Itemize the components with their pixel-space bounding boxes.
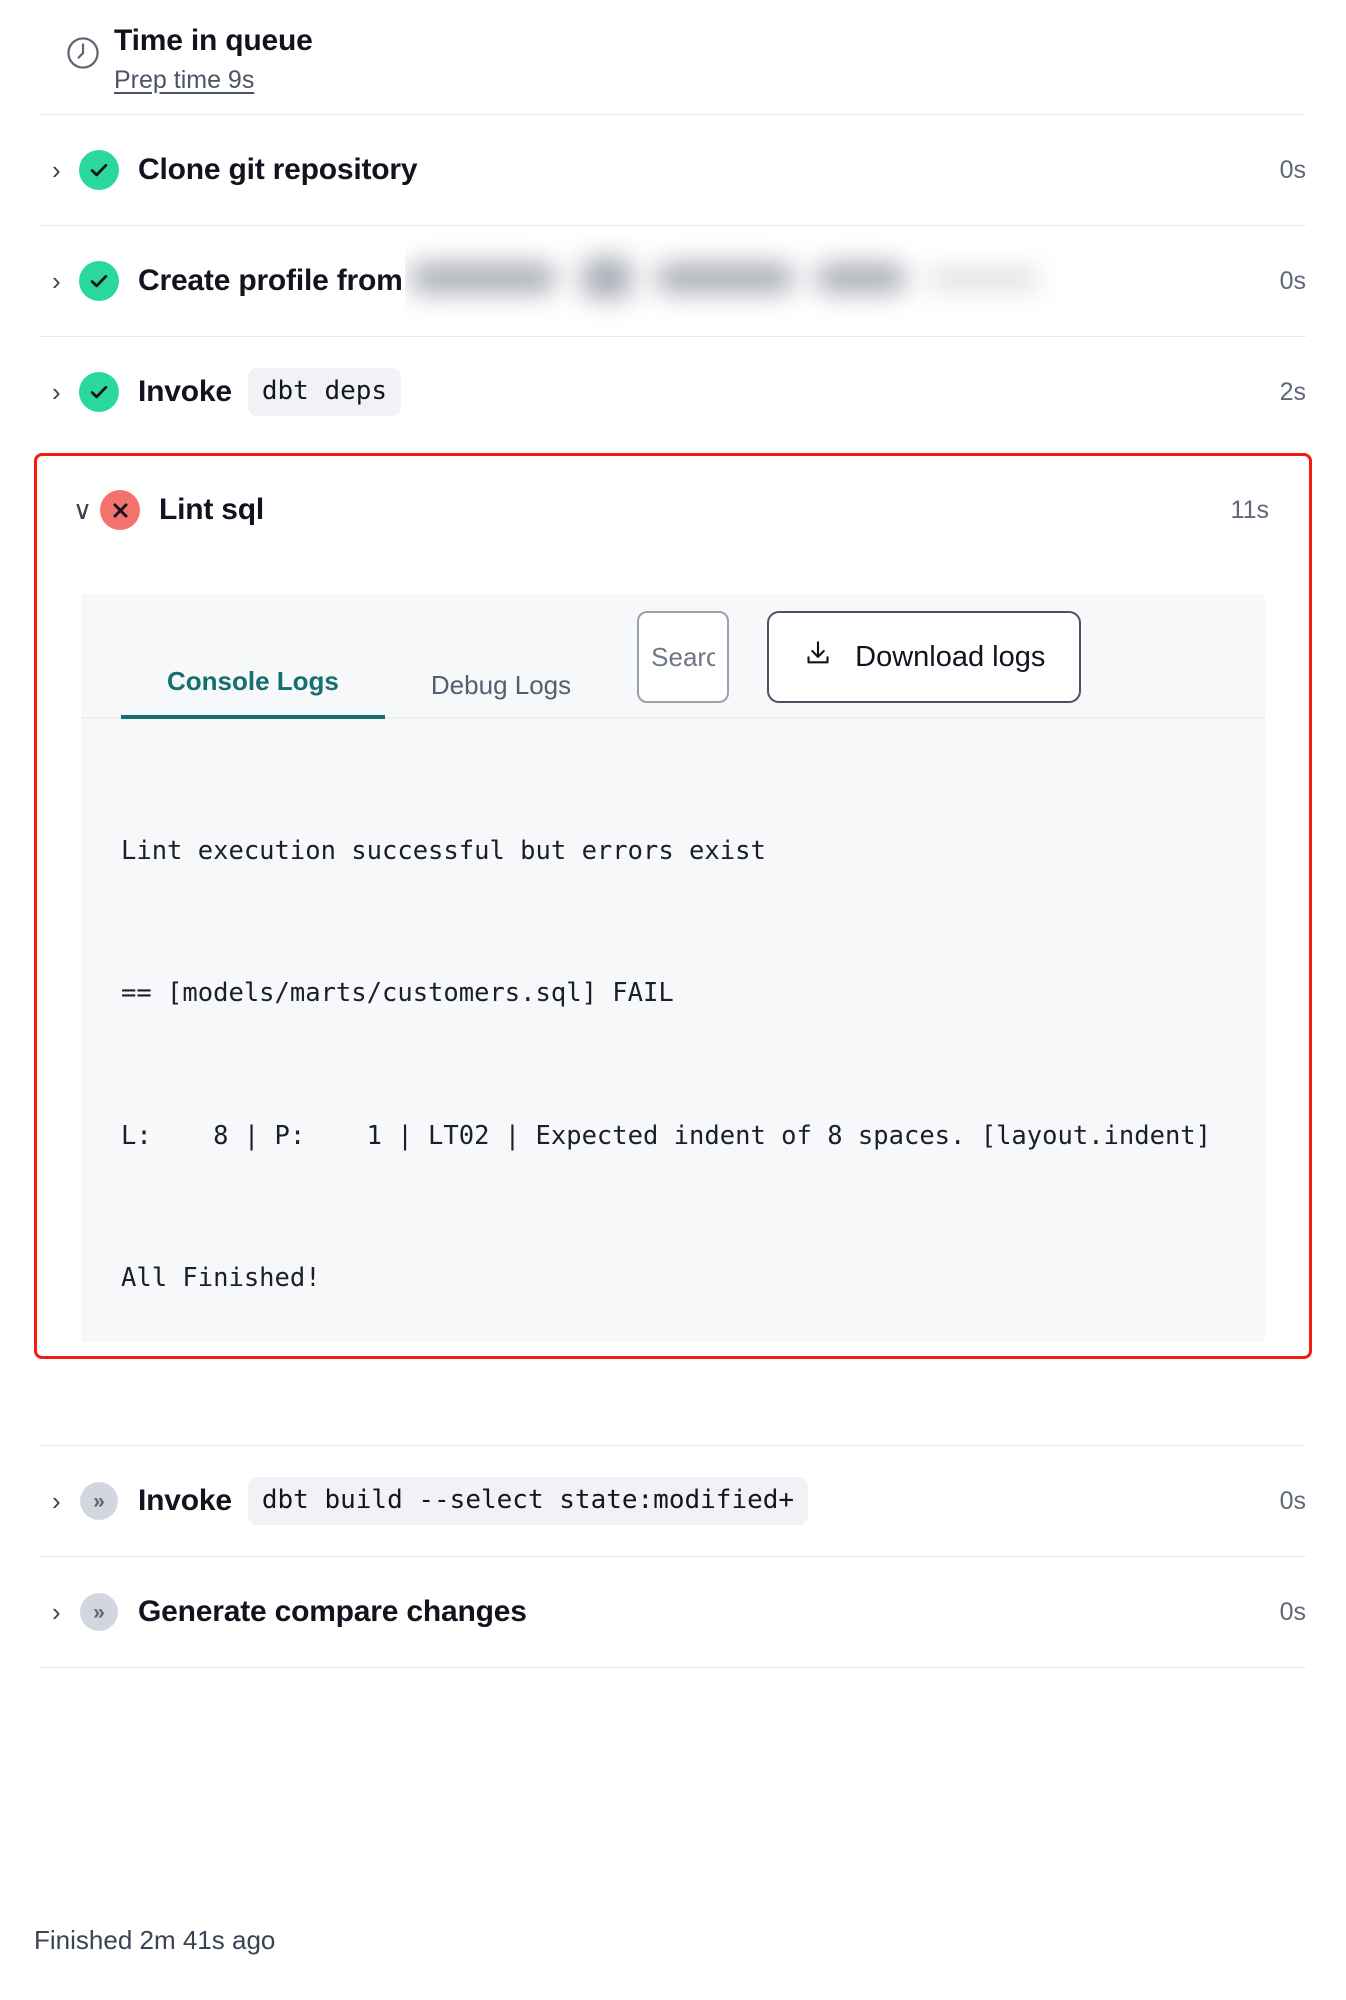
error-x-icon [100, 490, 140, 530]
step-title: Clone git repository [138, 153, 418, 186]
skipped-double-chevron-icon: » [80, 1482, 118, 1520]
log-line: L: 8 | P: 1 | LT02 | Expected indent of … [121, 1120, 1212, 1151]
step-title: Generate compare changes [138, 1595, 527, 1628]
finished-timestamp: Finished 2m 41s ago [34, 1925, 276, 1955]
step-duration: 0s [1279, 1597, 1306, 1626]
chevron-right-icon[interactable]: › [52, 157, 78, 183]
log-viewer-panel: Console Logs Debug Logs Download logs [81, 594, 1265, 1342]
step-duration: 2s [1279, 377, 1306, 406]
step-title: Lint sql [159, 493, 265, 526]
prep-time-link[interactable]: Prep time 9s [114, 66, 254, 95]
download-logs-label: Download logs [855, 640, 1046, 673]
run-steps-panel: Time in queue Prep time 9s › Clone git r… [0, 0, 1346, 2000]
step-row[interactable]: › Clone git repository 0s [0, 115, 1346, 225]
log-toolbar: Console Logs Debug Logs Download logs [81, 594, 1265, 719]
log-output: Lint execution successful but errors exi… [81, 718, 1265, 1342]
log-line: Lint execution successful but errors exi… [121, 835, 766, 866]
skipped-double-chevron-icon: » [80, 1593, 118, 1631]
success-check-icon [79, 261, 119, 301]
step-title: Invoke [138, 375, 232, 408]
step-row[interactable]: › Invoke dbt deps 2s [0, 337, 1346, 447]
step-duration: 0s [1279, 155, 1306, 184]
log-toolbar-actions: Download logs [637, 611, 1082, 717]
step-title: Create profile from [138, 264, 403, 297]
status-badge [78, 260, 120, 302]
step-row[interactable]: › Create profile from 0s [0, 226, 1346, 336]
status-badge: » [78, 1480, 120, 1522]
highlighted-failed-step-card: ∨ Lint sql 11s Console Logs Debug Logs S… [34, 453, 1312, 1359]
step-duration: 11s [1230, 495, 1269, 524]
success-check-icon [79, 372, 119, 412]
status-badge [99, 489, 141, 531]
chevron-right-icon[interactable]: › [52, 268, 78, 294]
status-badge: » [78, 1591, 120, 1633]
divider [40, 1667, 1306, 1668]
log-line: All Finished! [121, 1263, 321, 1294]
time-in-queue-row: Time in queue Prep time 9s [0, 0, 1346, 114]
clock-icon [52, 18, 114, 72]
log-line: == [models/marts/customers.sql] FAIL [121, 978, 674, 1009]
success-check-icon [79, 150, 119, 190]
chevron-down-icon[interactable]: ∨ [73, 497, 99, 523]
step-duration: 0s [1279, 266, 1306, 295]
step-row[interactable]: › » Invoke dbt build --select state:modi… [0, 1446, 1346, 1556]
chevron-right-icon[interactable]: › [52, 1599, 78, 1625]
status-badge [78, 371, 120, 413]
step-title: Invoke [138, 1484, 232, 1517]
chevron-right-icon[interactable]: › [52, 1488, 78, 1514]
tab-debug-logs[interactable]: Debug Logs [385, 670, 617, 719]
step-duration: 0s [1279, 1486, 1306, 1515]
step-row-lint-sql[interactable]: ∨ Lint sql 11s [37, 456, 1309, 564]
redacted-text-blur [405, 235, 1065, 327]
download-logs-button[interactable]: Download logs [767, 611, 1082, 703]
download-icon [803, 638, 833, 676]
double-chevron-glyph: » [93, 1600, 105, 1624]
step-row[interactable]: › » Generate compare changes 0s [0, 1557, 1346, 1667]
double-chevron-glyph: » [93, 1489, 105, 1513]
command-chip: dbt deps [247, 368, 402, 416]
chevron-right-icon[interactable]: › [52, 379, 78, 405]
queue-title: Time in queue [114, 24, 313, 57]
command-chip: dbt build --select state:modified+ [247, 1477, 809, 1525]
tab-console-logs[interactable]: Console Logs [121, 666, 385, 719]
search-input[interactable] [637, 611, 730, 703]
status-badge [78, 149, 120, 191]
